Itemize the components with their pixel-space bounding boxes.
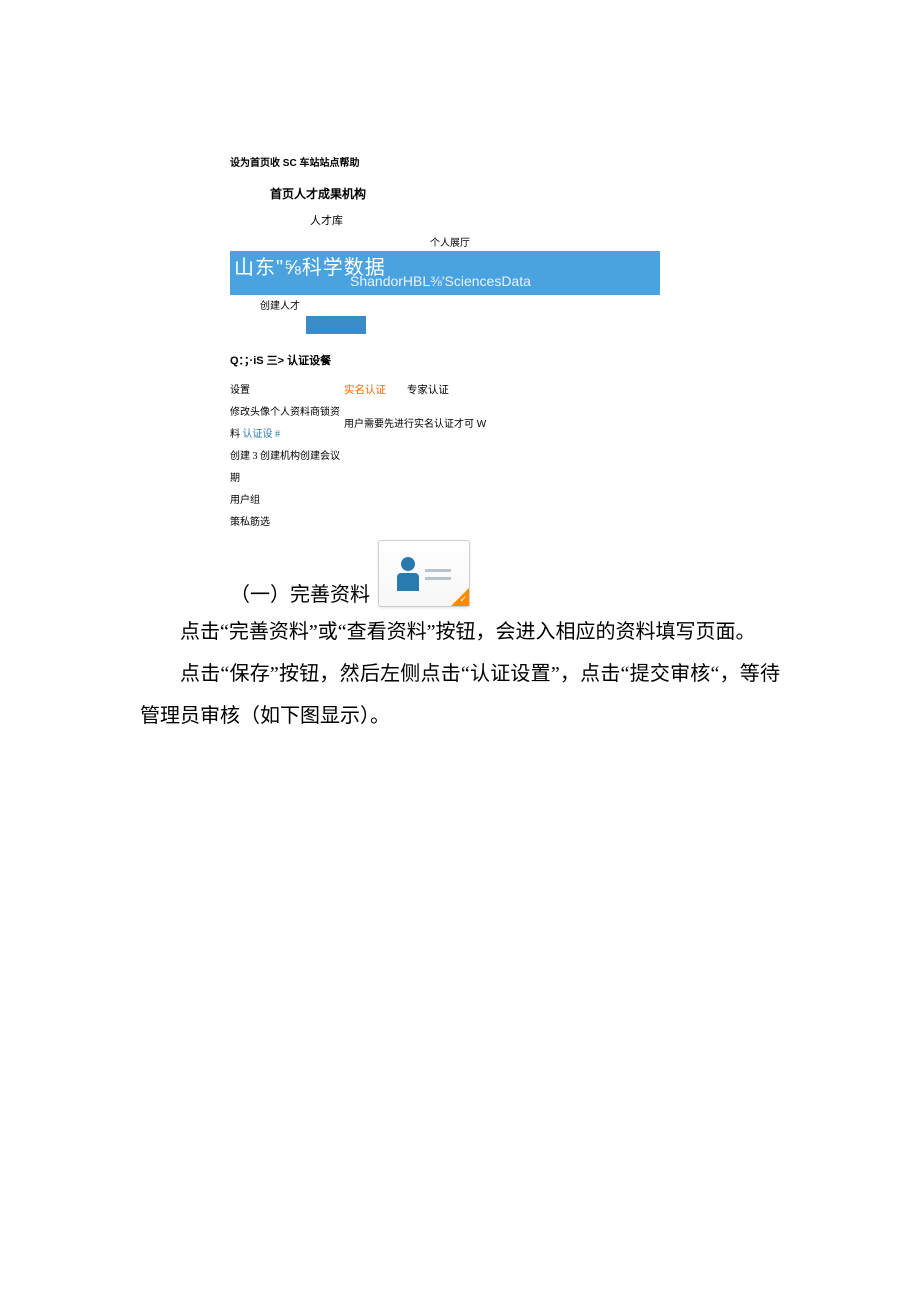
create-talent-label: 创建人才 [260, 301, 300, 312]
sidebar: 设置 修改头像个人资料商锁资 料 认证设 # 创建 3 创建机构创建会议期 用户… [230, 380, 340, 534]
breadcrumb: Q：；·iS 三> 认证设餐 [230, 334, 660, 380]
nav-personal-hall: 个人展厅 [230, 232, 660, 251]
nav-talent-pool: 人才库 [230, 208, 660, 232]
sidebar-item-settings[interactable]: 设置 [230, 380, 340, 402]
banner-title-en: ShandorHBL⅜'SciencesData [350, 273, 531, 289]
main-nav: 首页人才成果机构 [230, 179, 660, 208]
content-panel: 实名认证 专家认证 用户需要先进行实名认证才可 W [340, 380, 660, 440]
check-icon: ✓ [459, 594, 467, 605]
sidebar-item-cert-settings[interactable]: 料 认证设 # [230, 424, 340, 446]
top-utility-links: 设为首页收 SC 车站站点帮助 [230, 150, 660, 179]
section-heading: （一）完善资料 [230, 578, 378, 607]
embedded-screenshot: 设为首页收 SC 车站站点帮助 首页人才成果机构 人才库 个人展厅 山东"⅝科学… [230, 150, 660, 607]
cert-hint: 用户需要先进行实名认证才可 W [344, 405, 660, 440]
tab-expert[interactable]: 专家认证 [407, 384, 449, 396]
tab-realname[interactable]: 实名认证 [344, 384, 386, 396]
sidebar-item-privacy[interactable]: 策私筋选 [230, 512, 340, 534]
sidebar-item-user-group[interactable]: 用户组 [230, 490, 340, 512]
site-banner: 山东"⅝科学数据 ShandorHBL⅜'SciencesData [230, 251, 660, 295]
cert-tabs: 实名认证 专家认证 [344, 380, 660, 405]
id-card-icon: ✓ [378, 540, 470, 607]
paragraph-2: 点击“保存”按钮，然后左侧点击“认证设置”，点击“提交审核“，等待管理员审核（如… [140, 653, 780, 737]
sidebar-item-profile[interactable]: 修改头像个人资料商锁资 [230, 402, 340, 424]
paragraph-1: 点击“完善资料”或“查看资料”按钮，会进入相应的资料填写页面。 [140, 611, 780, 653]
sidebar-item-create[interactable]: 创建 3 创建机构创建会议期 [230, 446, 340, 490]
primary-button[interactable] [306, 316, 366, 334]
